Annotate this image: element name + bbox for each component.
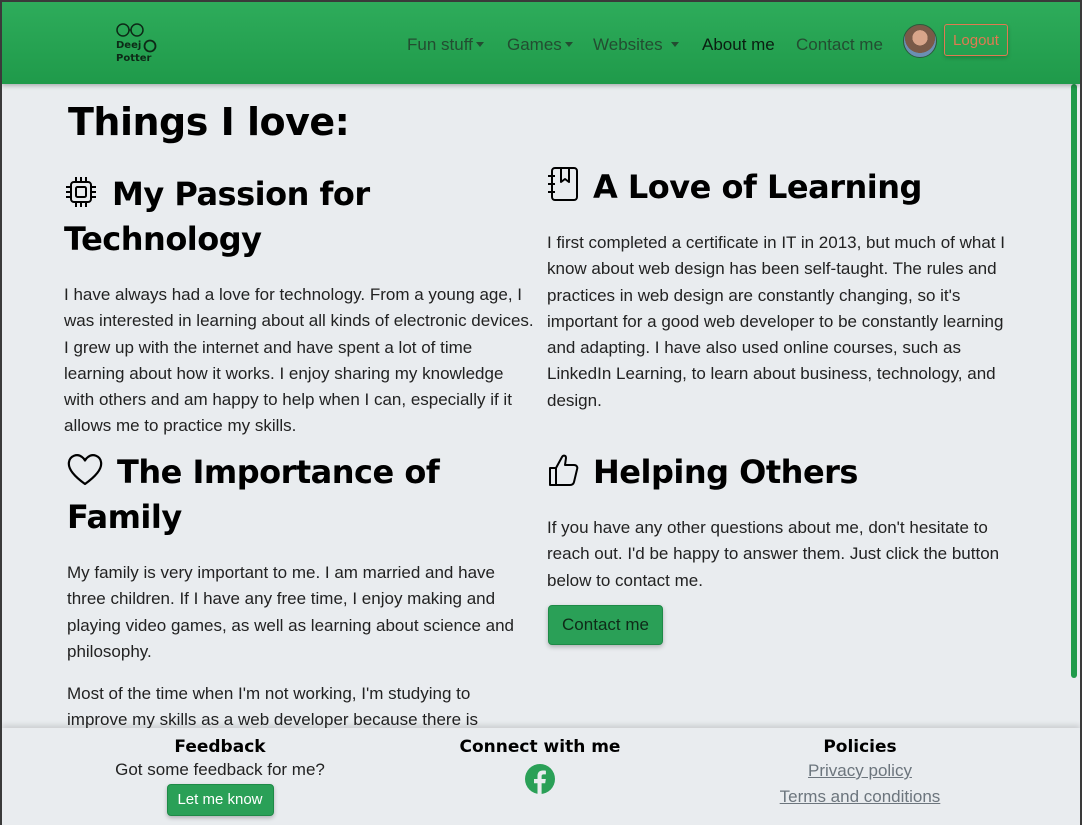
section-heading: My Passion for Technology <box>64 174 534 260</box>
section-paragraph: My family is very important to me. I am … <box>67 563 514 661</box>
heart-icon <box>67 453 103 497</box>
nav-websites-label: Websites <box>593 35 663 54</box>
logo-text-last: Potter <box>116 53 152 64</box>
nav-games-label: Games <box>507 35 562 54</box>
section-technology: My Passion for Technology I have always … <box>64 174 534 440</box>
footer-connect: Connect with me <box>440 736 640 798</box>
contact-me-button[interactable]: Contact me <box>548 605 663 645</box>
section-heading-text: A Love of Learning <box>593 168 922 206</box>
section-paragraph: Most of the time when I'm not working, I… <box>67 684 479 730</box>
caret-down-icon <box>564 42 573 48</box>
section-paragraph: I first completed a certificate in IT in… <box>547 233 1005 410</box>
section-heading-text: Helping Others <box>593 453 858 491</box>
section-learning: A Love of Learning I first completed a c… <box>547 166 1007 414</box>
cpu-chip-icon <box>64 175 98 219</box>
page-scrollbar[interactable] <box>1071 84 1077 678</box>
nav-games[interactable]: Games <box>507 33 573 57</box>
page-title: Things I love: <box>68 100 350 144</box>
footer-feedback-text: Got some feedback for me? <box>115 760 325 779</box>
footer: Feedback Got some feedback for me? Let m… <box>2 728 1080 825</box>
section-heading-text: The Importance of Family <box>67 453 440 536</box>
footer-policies-heading: Policies <box>823 737 897 757</box>
caret-down-icon <box>670 42 679 48</box>
terms-link[interactable]: Terms and conditions <box>740 784 980 810</box>
window-frame-left <box>0 0 2 825</box>
caret-down-icon <box>475 42 484 48</box>
logout-button[interactable]: Logout <box>944 24 1008 56</box>
section-paragraph: If you have any other questions about me… <box>547 518 1000 590</box>
user-avatar[interactable] <box>903 24 937 58</box>
section-heading: The Importance of Family <box>67 452 527 538</box>
section-heading: A Love of Learning <box>547 166 1007 212</box>
nav-about-me-label: About me <box>702 35 775 54</box>
site-logo[interactable]: Deej Potter <box>112 22 162 70</box>
footer-policies: Policies Privacy policy Terms and condit… <box>740 736 980 810</box>
section-heading-text: My Passion for Technology <box>64 175 370 258</box>
footer-connect-heading: Connect with me <box>459 737 621 757</box>
privacy-policy-link[interactable]: Privacy policy <box>740 758 980 784</box>
logo-text-first: Deej <box>116 40 142 51</box>
nav-fun-stuff-label: Fun stuff <box>407 35 473 54</box>
journal-bookmark-icon <box>547 166 579 212</box>
footer-feedback-heading: Feedback <box>174 737 266 757</box>
nav-fun-stuff[interactable]: Fun stuff <box>407 33 484 57</box>
nav-contact-me[interactable]: Contact me <box>796 33 883 57</box>
section-paragraph: I have always had a love for technology.… <box>64 285 534 436</box>
section-heading: Helping Others <box>547 452 1007 497</box>
footer-feedback: Feedback Got some feedback for me? Let m… <box>100 736 340 816</box>
window-frame-top <box>0 0 1082 2</box>
navbar: Deej Potter Fun stuff Games Websites Abo… <box>2 2 1080 84</box>
facebook-icon[interactable] <box>525 764 555 798</box>
nav-contact-me-label: Contact me <box>796 35 883 54</box>
let-me-know-button[interactable]: Let me know <box>166 784 274 816</box>
section-family: The Importance of Family My family is ve… <box>67 452 527 734</box>
hand-thumbs-up-icon <box>547 453 579 497</box>
nav-about-me[interactable]: About me <box>702 33 775 57</box>
nav-websites[interactable]: Websites <box>593 33 679 57</box>
section-helping: Helping Others If you have any other que… <box>547 452 1007 594</box>
